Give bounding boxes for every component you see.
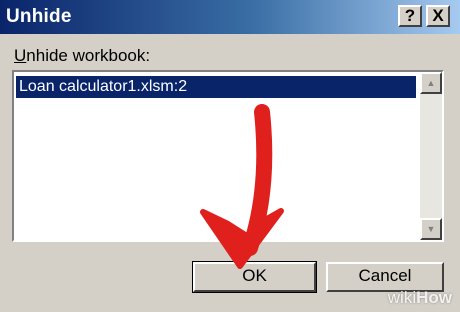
watermark-part2: How [416, 288, 452, 307]
triangle-up-icon: ▲ [426, 78, 436, 88]
watermark-part1: wiki [387, 288, 417, 307]
list-item-selected[interactable]: Loan calculator1.xlsm:2 [16, 76, 416, 98]
title-bar: Unhide ? X [0, 0, 460, 34]
help-button[interactable]: ? [398, 5, 422, 27]
ok-button[interactable]: OK [192, 261, 317, 293]
scroll-down-button[interactable]: ▼ [420, 218, 442, 240]
workbook-listbox[interactable]: Loan calculator1.xlsm:2 ▲ ▼ [12, 70, 444, 242]
unhide-workbook-label: Unhide workbook: [14, 46, 150, 66]
triangle-down-icon: ▼ [426, 224, 436, 234]
label-mnemonic: U [14, 46, 27, 65]
scroll-up-button[interactable]: ▲ [420, 72, 442, 94]
vertical-scrollbar[interactable]: ▲ ▼ [420, 72, 442, 240]
wikihow-watermark: wikiHow [388, 288, 452, 308]
label-text: nhide workbook: [26, 46, 151, 65]
window-title: Unhide [6, 6, 72, 27]
close-button[interactable]: X [426, 5, 450, 27]
